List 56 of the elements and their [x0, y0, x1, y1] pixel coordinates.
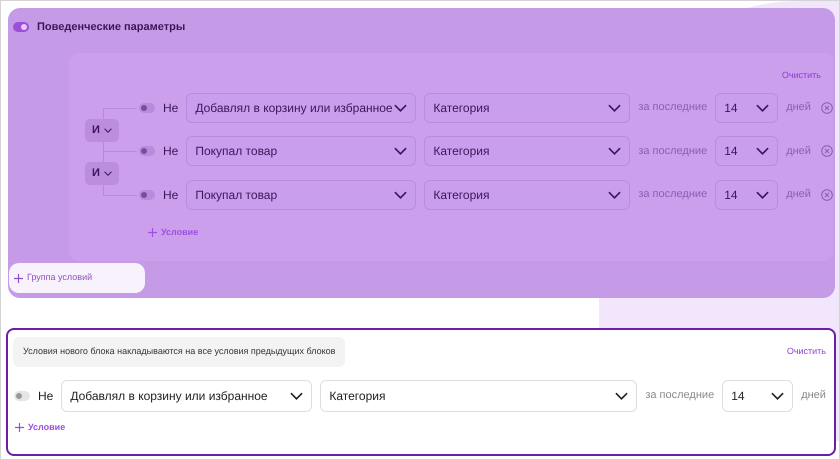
- info-note: Условия нового блока накладываются на все условия предыдущих блоков: [13, 337, 346, 366]
- remove-icon[interactable]: [820, 188, 833, 200]
- chevron-down-icon: [615, 392, 628, 400]
- chevron-down-icon: [104, 128, 112, 132]
- remove-icon[interactable]: [820, 145, 833, 157]
- chevron-down-icon: [608, 104, 622, 112]
- toggle-switch[interactable]: [139, 190, 155, 200]
- action-select[interactable]: Добавлял в корзину или избранное: [61, 380, 312, 412]
- period-label: за последние: [638, 187, 708, 202]
- days-select[interactable]: 14: [715, 92, 778, 122]
- category-select[interactable]: Категория: [424, 92, 630, 122]
- add-group-button[interactable]: Группа условий: [9, 263, 145, 293]
- plus-icon: [14, 274, 23, 282]
- chevron-down-icon: [104, 171, 112, 176]
- category-select[interactable]: Категория: [424, 180, 630, 210]
- logic-operator-select[interactable]: И: [85, 118, 119, 142]
- period-label: за последние: [638, 144, 708, 159]
- chevron-down-icon: [394, 104, 408, 112]
- action-select[interactable]: Покупал товар: [186, 180, 416, 210]
- chevron-down-icon: [608, 190, 622, 198]
- chevron-down-icon: [290, 392, 304, 400]
- toggle-switch[interactable]: [13, 22, 29, 32]
- action-select[interactable]: Добавлял в корзину или избранное: [186, 92, 416, 122]
- remove-icon[interactable]: [820, 102, 833, 114]
- chevron-down-icon: [608, 147, 622, 155]
- chevron-down-icon: [756, 104, 770, 112]
- action-select[interactable]: Покупал товар: [186, 136, 416, 166]
- days-label: дней: [786, 187, 811, 202]
- not-label: Не: [163, 186, 178, 204]
- category-select[interactable]: Категория: [424, 136, 630, 166]
- toggle-switch[interactable]: [139, 146, 155, 156]
- days-label: дней: [786, 144, 811, 159]
- period-label: за последние: [638, 100, 708, 116]
- chevron-down-icon: [756, 147, 770, 155]
- chevron-down-icon: [394, 147, 408, 155]
- not-label: Не: [38, 388, 54, 404]
- logic-operator-select[interactable]: И: [85, 162, 119, 185]
- toggle-switch[interactable]: [14, 390, 30, 400]
- add-condition-link[interactable]: Условие: [15, 420, 66, 434]
- chevron-down-icon: [394, 190, 408, 198]
- chevron-down-icon: [771, 392, 784, 400]
- days-label: дней: [801, 388, 826, 404]
- period-label: за последние: [645, 388, 714, 404]
- days-select[interactable]: 14: [715, 136, 778, 166]
- toggle-switch[interactable]: [139, 102, 155, 112]
- not-label: Не: [163, 143, 178, 160]
- category-select[interactable]: Категория: [320, 380, 638, 412]
- days-label: дней: [786, 100, 811, 116]
- chevron-down-icon: [756, 190, 770, 198]
- not-label: Не: [163, 100, 178, 116]
- plus-icon: [15, 422, 24, 432]
- clear-link[interactable]: Очистить: [786, 345, 826, 358]
- days-select[interactable]: 14: [715, 180, 778, 210]
- days-select[interactable]: 14: [722, 380, 794, 412]
- section-title: Поведенческие параметры: [37, 20, 186, 35]
- plus-icon: [148, 228, 157, 237]
